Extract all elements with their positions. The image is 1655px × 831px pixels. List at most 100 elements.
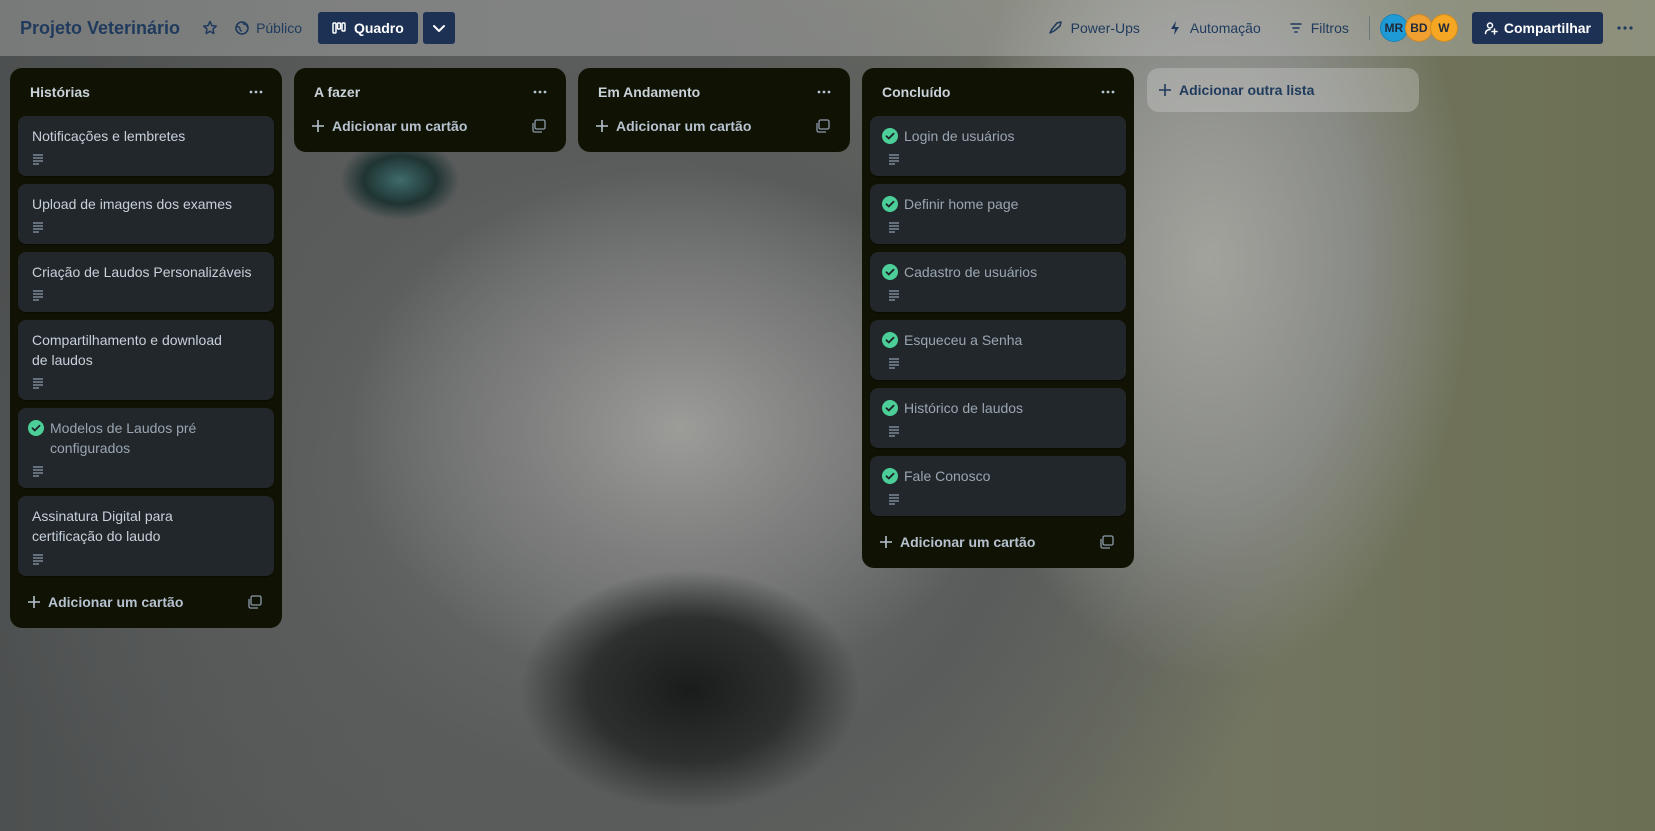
visibility-label: Público — [256, 20, 302, 36]
plus-icon — [1159, 84, 1171, 96]
add-card-row: Adicionar um cartão — [18, 584, 274, 620]
globe-icon — [235, 21, 249, 35]
add-card-button[interactable]: Adicionar um cartão — [312, 118, 467, 134]
filters-label: Filtros — [1310, 20, 1349, 36]
card-template-icon[interactable] — [812, 115, 834, 137]
description-icon — [33, 466, 43, 477]
add-card-row: Adicionar um cartão — [302, 108, 558, 144]
board-view-label: Quadro — [353, 20, 404, 36]
view-switcher-button[interactable] — [422, 12, 455, 44]
card[interactable]: Definir home page — [870, 184, 1126, 244]
star-icon[interactable] — [194, 12, 226, 44]
list-historias: Histórias Notificações e lembretes Uploa… — [10, 68, 282, 628]
list-title[interactable]: Histórias — [30, 84, 90, 100]
filter-icon — [1289, 23, 1302, 33]
check-circle-icon[interactable] — [882, 468, 898, 484]
check-circle-icon[interactable] — [882, 196, 898, 212]
description-icon — [889, 426, 899, 437]
description-icon — [33, 378, 43, 389]
description-icon — [889, 290, 899, 301]
list-title[interactable]: Concluído — [882, 84, 950, 100]
card[interactable]: Criação de Laudos Personalizáveis — [18, 252, 274, 312]
card-template-icon[interactable] — [244, 591, 266, 613]
card-title: Login de usuários — [904, 128, 1015, 144]
check-circle-icon[interactable] — [882, 400, 898, 416]
card[interactable]: Fale Conosco — [870, 456, 1126, 516]
card[interactable]: Cadastro de usuários — [870, 252, 1126, 312]
add-list-button[interactable]: Adicionar outra lista — [1147, 68, 1419, 112]
list-concluido: Concluído Login de usuários Definir home… — [862, 68, 1134, 568]
list-header: Concluído — [870, 68, 1126, 116]
card-template-icon[interactable] — [1096, 531, 1118, 553]
lightning-icon — [1170, 21, 1179, 35]
list-title[interactable]: A fazer — [314, 84, 360, 100]
chevron-down-icon — [432, 25, 445, 32]
board-view-button[interactable]: Quadro — [317, 12, 418, 44]
add-card-button[interactable]: Adicionar um cartão — [596, 118, 751, 134]
automation-button[interactable]: Automação — [1168, 20, 1261, 36]
list-a-fazer: A fazer Adicionar um cartão — [294, 68, 566, 152]
list-title[interactable]: Em Andamento — [598, 84, 700, 100]
card-title: Esqueceu a Senha — [904, 332, 1023, 348]
list-em-andamento: Em Andamento Adicionar um cartão — [578, 68, 850, 152]
card-template-icon[interactable] — [528, 115, 550, 137]
description-icon — [889, 222, 899, 233]
check-circle-icon[interactable] — [882, 332, 898, 348]
card-title: Fale Conosco — [904, 468, 991, 484]
filters-button[interactable]: Filtros — [1289, 20, 1349, 36]
plus-icon — [880, 536, 892, 548]
card[interactable]: Assinatura Digital para certificação do … — [18, 496, 274, 576]
add-person-icon — [1484, 22, 1498, 35]
share-label: Compartilhar — [1503, 20, 1591, 36]
member-avatars: MR BD W — [1379, 14, 1458, 42]
check-circle-icon[interactable] — [882, 128, 898, 144]
list-menu-icon[interactable] — [526, 78, 554, 106]
avatar[interactable]: W — [1429, 14, 1458, 42]
avatar[interactable]: MR — [1379, 14, 1408, 42]
card[interactable]: Compartilhamento e download de laudos — [18, 320, 274, 400]
description-icon — [889, 358, 899, 369]
add-card-row: Adicionar um cartão — [586, 108, 842, 144]
add-card-label: Adicionar um cartão — [616, 118, 752, 134]
add-card-row: Adicionar um cartão — [870, 524, 1126, 560]
add-card-button[interactable]: Adicionar um cartão — [28, 594, 183, 610]
card-title: Definir home page — [904, 196, 1019, 212]
add-card-label: Adicionar um cartão — [48, 594, 184, 610]
list-menu-icon[interactable] — [810, 78, 838, 106]
add-card-button[interactable]: Adicionar um cartão — [880, 534, 1035, 550]
card[interactable]: Modelos de Laudos pré configurados — [18, 408, 274, 488]
card[interactable]: Notificações e lembretes — [18, 116, 274, 176]
card[interactable]: Histórico de laudos — [870, 388, 1126, 448]
add-card-label: Adicionar um cartão — [900, 534, 1036, 550]
board-title[interactable]: Projeto Veterinário — [20, 18, 180, 39]
board-header: Projeto Veterinário Público Quadro Power… — [0, 0, 1655, 56]
add-list-label: Adicionar outra lista — [1179, 82, 1315, 98]
add-card-label: Adicionar um cartão — [332, 118, 468, 134]
plus-icon — [596, 120, 608, 132]
card[interactable]: Esqueceu a Senha — [870, 320, 1126, 380]
description-icon — [889, 154, 899, 165]
card[interactable]: Upload de imagens dos exames — [18, 184, 274, 244]
card-title: Compartilhamento e download de laudos — [32, 332, 222, 368]
automation-label: Automação — [1189, 20, 1261, 36]
visibility-button[interactable]: Público — [226, 20, 310, 36]
description-icon — [889, 494, 899, 505]
description-icon — [33, 554, 43, 565]
card-title: Notificações e lembretes — [32, 128, 186, 144]
powerups-button[interactable]: Power-Ups — [1047, 20, 1140, 36]
card-title: Upload de imagens dos exames — [32, 196, 233, 212]
share-button[interactable]: Compartilhar — [1471, 12, 1603, 44]
description-icon — [33, 222, 43, 233]
card-title: Cadastro de usuários — [904, 264, 1038, 280]
check-circle-icon[interactable] — [882, 264, 898, 280]
list-menu-icon[interactable] — [242, 78, 270, 106]
check-circle-icon[interactable] — [28, 420, 44, 436]
plus-icon — [28, 596, 40, 608]
powerups-label: Power-Ups — [1070, 20, 1140, 36]
rocket-icon — [1048, 21, 1062, 34]
card[interactable]: Login de usuários — [870, 116, 1126, 176]
more-options-icon[interactable] — [1609, 12, 1641, 44]
list-menu-icon[interactable] — [1094, 78, 1122, 106]
avatar[interactable]: BD — [1404, 14, 1433, 42]
list-header: Histórias — [18, 68, 274, 116]
